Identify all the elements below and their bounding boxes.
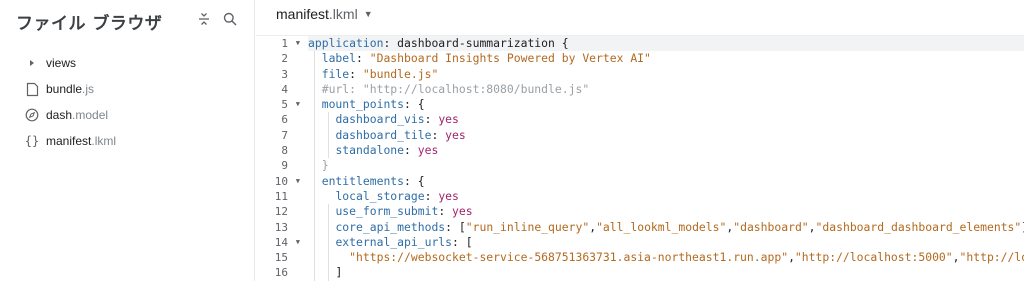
line-number: 1 ▼ (281, 36, 300, 51)
fold-toggle-icon[interactable]: ▼ (296, 97, 300, 112)
tree-item-ext: .model (72, 108, 109, 122)
code-line: core_api_methods: ["run_inline_query","a… (335, 219, 1024, 234)
sidebar-header: ファイル ブラウザ (16, 9, 163, 34)
code-line: standalone: yes (335, 143, 439, 158)
code-line: #url: "http://localhost:8080/bundle.js" (321, 81, 590, 96)
fold-toggle-icon[interactable]: ▼ (296, 174, 300, 189)
line-number: 7 (281, 128, 288, 142)
code-line: dashboard_tile: yes (335, 127, 466, 142)
line-number: 14 ▼ (274, 235, 300, 250)
code-line: } (321, 158, 329, 173)
braces-icon: {} (24, 134, 40, 148)
code-editor[interactable]: 1 ▼ 2 3 4 5 ▼ 6 7 8 9 10 ▼ 11 12 13 14 ▼ 15 … (256, 35, 1024, 281)
tree-item-bundle-js[interactable]: bundle .js (0, 76, 255, 102)
code-line: local_storage: yes (335, 188, 459, 203)
file-icon (24, 81, 40, 97)
line-number: 4 (281, 82, 288, 96)
sidebar-actions (196, 11, 238, 27)
fold-toggle-icon[interactable]: ▼ (296, 235, 300, 250)
tree-item-views[interactable]: views (0, 50, 255, 76)
code-line: application: dashboard-summarization { (308, 36, 1024, 52)
code-line: dashboard_vis: yes (335, 112, 459, 127)
code-line: entitlements: { (321, 173, 425, 188)
file-tree: views bundle .js dash .model {} manifest .l… (0, 50, 255, 154)
tree-item-ext: .lkml (91, 134, 117, 148)
compass-icon (24, 107, 40, 123)
code-line: external_api_urls: [ (335, 234, 473, 249)
tree-item-ext: .js (82, 82, 95, 96)
chevron-right-icon (24, 55, 40, 71)
line-number: 8 (281, 144, 288, 158)
tree-item-dash-model[interactable]: dash .model (0, 102, 255, 128)
code-line: label: "Dashboard Insights Powered by Ve… (321, 51, 651, 66)
tree-item-label: views (46, 56, 77, 70)
collapse-all-icon[interactable] (196, 11, 212, 27)
line-number: 15 (274, 251, 288, 265)
tree-item-label: dash (46, 108, 73, 122)
line-number: 5 ▼ (281, 97, 300, 112)
line-number: 11 (274, 189, 288, 203)
line-number: 13 (274, 220, 288, 234)
line-gutter: 1 ▼ 2 3 4 5 ▼ 6 7 8 9 10 ▼ 11 12 13 14 ▼ 15 … (256, 36, 302, 281)
code-lines: application: dashboard-summarization { l… (308, 36, 1024, 281)
line-number: 2 (281, 52, 288, 66)
code-line: file: "bundle.js" (321, 66, 439, 81)
editor-header: manifest.lkml ▼ (276, 4, 373, 24)
code-line: mount_points: { (321, 97, 425, 112)
chevron-down-icon[interactable]: ▼ (364, 9, 373, 19)
line-number: 3 (281, 67, 288, 81)
file-title-ext: .lkml (328, 6, 358, 22)
line-number: 6 (281, 113, 288, 127)
line-number: 16 (274, 266, 288, 280)
code-line: use_form_submit: yes (335, 204, 473, 219)
file-title[interactable]: manifest.lkml (276, 6, 358, 22)
code-line: "https://websocket-service-568751363731.… (349, 250, 1024, 265)
tree-item-manifest-lkml[interactable]: {} manifest .lkml (0, 128, 255, 154)
tree-item-label: manifest (46, 134, 92, 148)
tree-item-label: bundle (46, 82, 83, 96)
fold-toggle-icon[interactable]: ▼ (296, 36, 300, 51)
code-line: ] (335, 265, 343, 280)
sidebar-title: ファイル ブラウザ (16, 13, 163, 34)
line-number: 12 (274, 205, 288, 219)
line-number: 9 (281, 159, 288, 173)
file-title-name: manifest (276, 6, 329, 22)
file-browser-sidebar: ファイル ブラウザ views bundle .js dash .model {… (0, 0, 255, 281)
line-number: 10 ▼ (274, 174, 300, 189)
search-icon[interactable] (222, 11, 238, 27)
